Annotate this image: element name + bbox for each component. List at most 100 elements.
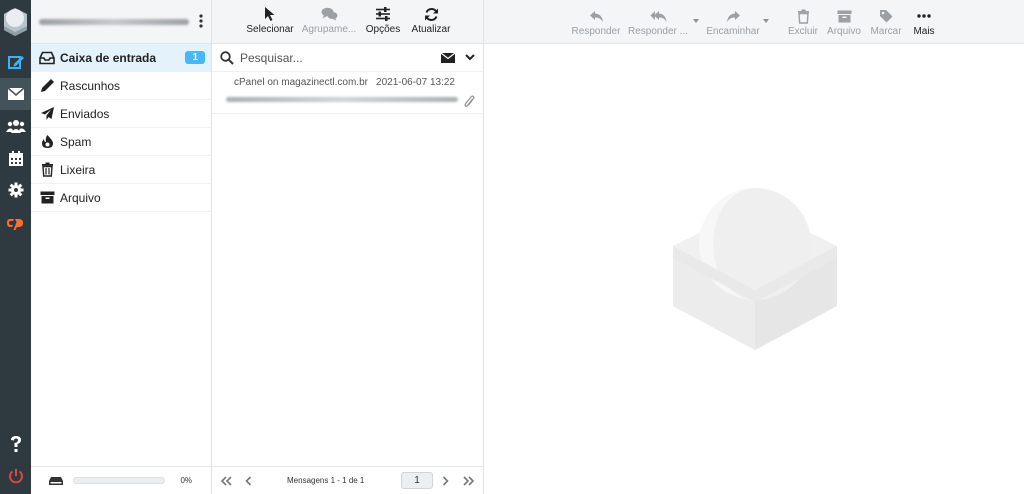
envelope-icon[interactable] — [441, 53, 455, 63]
options-label: Opções — [365, 24, 401, 35]
message-row[interactable]: cPanel on magazinectl.com.br 2021-06-07 … — [212, 72, 483, 114]
settings-button[interactable] — [0, 174, 31, 206]
previous-page-icon[interactable] — [245, 476, 252, 486]
cpanel-button[interactable] — [0, 207, 31, 239]
folder-panel: Caixa de entrada 1 Rascunhos Enviados Sp… — [31, 0, 212, 494]
app-nav — [0, 0, 31, 494]
group-button[interactable]: Agrupame... — [300, 4, 358, 35]
logout-button[interactable] — [0, 460, 31, 492]
cursor-icon — [265, 7, 275, 21]
first-page-icon[interactable] — [220, 476, 232, 486]
pencil-icon — [39, 78, 55, 94]
select-button[interactable]: Selecionar — [245, 4, 295, 35]
folder-label: Arquivo — [60, 190, 101, 205]
paper-plane-icon — [39, 106, 55, 122]
contacts-icon — [5, 120, 26, 133]
calendar-button[interactable] — [0, 142, 31, 174]
fire-icon — [39, 134, 55, 150]
comments-icon — [321, 7, 337, 21]
reply-icon — [589, 10, 603, 22]
more-label: Mais — [913, 26, 935, 37]
contacts-button[interactable] — [0, 110, 31, 142]
account-header — [31, 0, 211, 44]
more-dots-icon — [917, 14, 931, 18]
folder-label: Lixeira — [60, 162, 96, 177]
quota-indicator: 0% — [31, 466, 212, 494]
message-list-panel: Selecionar Agrupame... Opções Atualizar … — [212, 0, 484, 494]
reply-button[interactable]: Responder — [568, 6, 624, 37]
cpanel-icon — [6, 219, 23, 230]
message-subject-redacted — [226, 97, 458, 102]
refresh-button[interactable]: Atualizar — [408, 4, 454, 35]
logout-icon — [8, 469, 23, 484]
settings-icon — [8, 182, 23, 198]
paperclip-icon — [464, 95, 475, 107]
search-icon — [220, 50, 234, 65]
archive-icon — [837, 10, 851, 22]
inbox-icon — [39, 50, 55, 66]
archive-icon — [39, 190, 55, 206]
archive-label: Arquivo — [827, 26, 861, 37]
help-icon — [10, 436, 21, 452]
quota-percent: 0% — [180, 476, 192, 485]
account-name-redacted — [39, 18, 189, 25]
folder-label: Rascunhos — [60, 78, 121, 93]
folder-trash[interactable]: Lixeira — [31, 156, 211, 184]
folder-label: Spam — [60, 134, 92, 149]
folder-sent[interactable]: Enviados — [31, 100, 211, 128]
logo-icon — [4, 8, 27, 36]
roundcube-logo[interactable] — [0, 0, 31, 44]
group-label: Agrupame... — [301, 24, 357, 35]
mail-button[interactable] — [0, 78, 31, 110]
archive-button[interactable]: Arquivo — [825, 6, 863, 37]
tag-icon — [880, 10, 893, 23]
drive-icon — [49, 476, 63, 485]
delete-label: Excluir — [787, 26, 818, 37]
message-toolbar: Responder Responder ... Encaminhar Exclu… — [484, 0, 1024, 44]
mail-icon — [7, 87, 24, 100]
select-label: Selecionar — [246, 24, 294, 35]
reply-label: Responder — [571, 26, 621, 37]
unread-badge: 1 — [185, 51, 205, 64]
empty-preview-watermark-icon — [673, 188, 837, 350]
refresh-label: Atualizar — [411, 24, 451, 35]
menu-dots-icon[interactable] — [199, 14, 203, 28]
next-page-icon[interactable] — [442, 476, 449, 486]
calendar-icon — [8, 150, 23, 166]
delete-button[interactable]: Excluir — [785, 6, 821, 37]
folder-spam[interactable]: Spam — [31, 128, 211, 156]
compose-icon — [7, 56, 24, 69]
last-page-icon[interactable] — [463, 476, 475, 486]
reply-all-icon — [650, 10, 666, 22]
mark-button[interactable]: Marcar — [868, 6, 904, 37]
page-number-input[interactable]: 1 — [401, 472, 433, 489]
forward-button[interactable]: Encaminhar — [704, 6, 762, 37]
folder-label: Caixa de entrada — [60, 50, 157, 65]
forward-dropdown-caret[interactable] — [763, 19, 769, 23]
refresh-icon — [424, 7, 438, 21]
reply-all-dropdown-caret[interactable] — [693, 19, 699, 23]
folder-archive[interactable]: Arquivo — [31, 184, 211, 212]
message-count: Mensagens 1 - 1 de 1 — [287, 476, 365, 485]
compose-button[interactable] — [0, 46, 31, 78]
help-button[interactable] — [0, 428, 31, 460]
forward-icon — [726, 10, 740, 22]
pagination: Mensagens 1 - 1 de 1 1 — [212, 466, 483, 494]
trash-icon — [797, 9, 809, 24]
message-date: 2021-06-07 13:22 — [376, 77, 455, 88]
reply-all-label: Responder ... — [627, 26, 689, 37]
options-button[interactable]: Opções — [363, 4, 403, 35]
reply-all-button[interactable]: Responder ... — [627, 6, 689, 37]
mark-label: Marcar — [870, 26, 902, 37]
search-input[interactable] — [240, 50, 420, 65]
sliders-icon — [376, 7, 390, 21]
search-bar — [212, 44, 483, 72]
folder-label: Enviados — [60, 106, 110, 121]
preview-panel: Responder Responder ... Encaminhar Exclu… — [484, 0, 1024, 494]
chevron-down-icon[interactable] — [465, 54, 475, 61]
forward-label: Encaminhar — [706, 26, 760, 37]
more-button[interactable]: Mais — [909, 6, 939, 37]
folder-drafts[interactable]: Rascunhos — [31, 72, 211, 100]
quota-bar — [73, 477, 165, 484]
folder-inbox[interactable]: Caixa de entrada 1 — [31, 44, 211, 72]
